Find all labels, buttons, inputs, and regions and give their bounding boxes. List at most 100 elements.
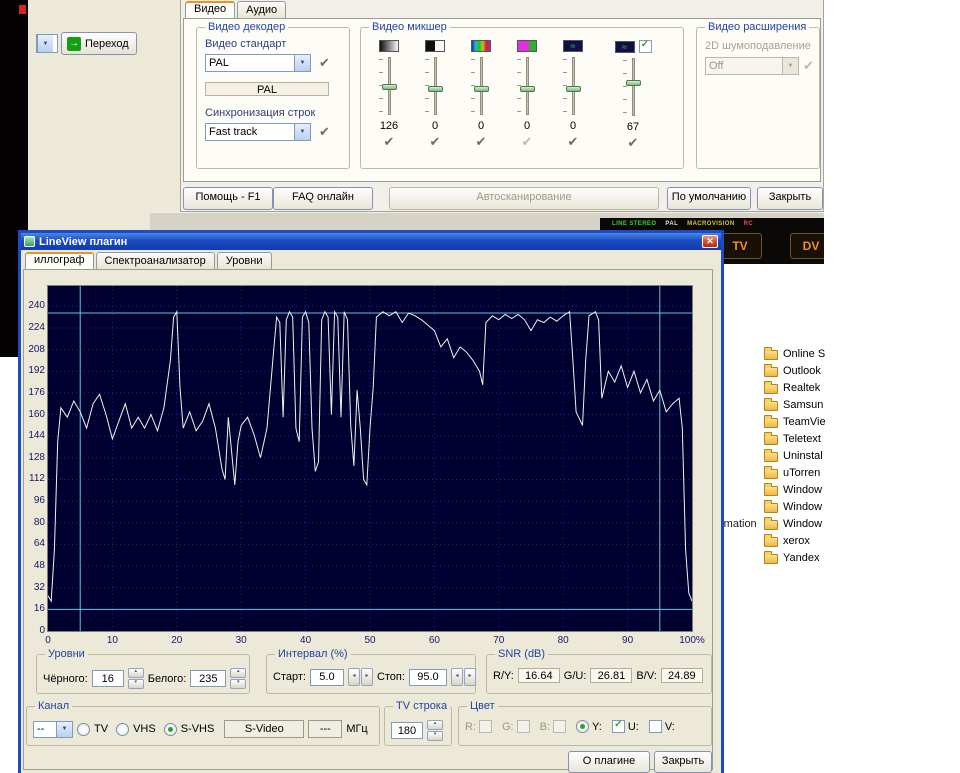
checkbox-control[interactable] bbox=[649, 720, 662, 733]
slider-thumb[interactable] bbox=[474, 86, 489, 92]
tab-audio[interactable]: Аудио bbox=[237, 1, 286, 18]
video-settings-dialog: Видео Аудио Видео декодер Видео стандарт… bbox=[180, 0, 824, 212]
folder-item[interactable]: Teletext bbox=[764, 430, 826, 447]
dv-button[interactable]: DV bbox=[790, 233, 824, 259]
radio-svhs-label: S-VHS bbox=[181, 723, 215, 735]
spin-down-button[interactable]: ▾ bbox=[427, 731, 443, 741]
clipped-text: rmation bbox=[720, 518, 757, 530]
group-title: Интервал (%) bbox=[275, 648, 351, 660]
saturation-slider[interactable] bbox=[516, 55, 538, 117]
folder-item[interactable]: Window bbox=[764, 515, 826, 532]
waveform-svg bbox=[48, 286, 692, 631]
status-indicator-row: LINE STEREO PAL MACROVISION RC bbox=[612, 221, 753, 227]
white-level-input[interactable]: 235 bbox=[190, 670, 226, 687]
video-standard-select[interactable]: PAL ▼ bbox=[205, 54, 311, 72]
folder-item[interactable]: Online S bbox=[764, 345, 826, 362]
slider-ticks bbox=[623, 60, 627, 114]
checkbox-r: R: bbox=[465, 720, 492, 733]
x-axis-label: 10 bbox=[94, 635, 130, 646]
folder-label: Uninstal bbox=[783, 450, 823, 462]
hue-slider[interactable] bbox=[470, 55, 492, 117]
radio-svhs[interactable] bbox=[164, 723, 177, 736]
checkbox-u[interactable]: U: bbox=[612, 720, 639, 733]
titlebar[interactable]: LineView плагин ✕ bbox=[21, 233, 721, 250]
folder-item[interactable]: Window bbox=[764, 498, 826, 515]
channel-select[interactable]: -- ▼ bbox=[33, 721, 73, 738]
spin-right-button[interactable]: ▸ bbox=[464, 668, 476, 686]
checkbox-control[interactable] bbox=[612, 720, 625, 733]
spin-down-button[interactable]: ▾ bbox=[230, 679, 246, 689]
color-item-label: G: bbox=[502, 721, 514, 733]
folder-item[interactable]: Uninstal bbox=[764, 447, 826, 464]
slider-thumb[interactable] bbox=[428, 86, 443, 92]
perehod-button[interactable]: → Переход bbox=[61, 32, 137, 55]
folder-item[interactable]: Window bbox=[764, 481, 826, 498]
x-axis-label: 100% bbox=[674, 635, 710, 646]
tab-spectrum-analyzer[interactable]: Спектроанализатор bbox=[96, 252, 215, 269]
y-axis-label: 144 bbox=[28, 430, 45, 441]
radio-tv[interactable] bbox=[77, 723, 90, 736]
tv-button[interactable]: TV bbox=[718, 233, 762, 259]
folder-item[interactable]: Realtek bbox=[764, 379, 826, 396]
spin-left-button[interactable]: ◂ bbox=[348, 668, 360, 686]
slider-thumb[interactable] bbox=[382, 84, 397, 90]
folder-label: Window bbox=[783, 484, 822, 496]
slider-value: 0 bbox=[478, 120, 484, 132]
line-sync-select[interactable]: Fast track ▼ bbox=[205, 123, 311, 141]
folder-item[interactable]: Samsun bbox=[764, 396, 826, 413]
radio-vhs[interactable] bbox=[116, 723, 129, 736]
contrast-icon bbox=[425, 40, 445, 52]
close-plugin-button[interactable]: Закрыть bbox=[654, 751, 712, 773]
folder-item[interactable]: Yandex bbox=[764, 549, 826, 566]
close-button[interactable]: ✕ bbox=[702, 235, 718, 248]
start-input[interactable]: 5.0 bbox=[310, 669, 344, 686]
spin-up-button[interactable]: ▴ bbox=[230, 668, 246, 678]
video-mixer-group: Видео микшер 126 ✔ 0 ✔ 0 ✔ bbox=[360, 27, 684, 169]
noise-reduction-label: 2D шумоподавление bbox=[705, 40, 811, 52]
spin-left-button[interactable]: ◂ bbox=[451, 668, 463, 686]
slider-thumb[interactable] bbox=[520, 86, 535, 92]
defaults-button[interactable]: По умолчанию bbox=[667, 187, 751, 210]
waveform-slider[interactable] bbox=[622, 56, 644, 118]
black-level-input[interactable]: 16 bbox=[92, 670, 124, 687]
spin-right-button[interactable]: ▸ bbox=[361, 668, 373, 686]
tab-levels[interactable]: Уровни bbox=[217, 252, 272, 269]
waveform-checkbox[interactable] bbox=[639, 40, 652, 53]
y-axis-labels: 0163248648096112128144160176192208224240 bbox=[24, 285, 46, 632]
chevron-down-icon: ▼ bbox=[37, 35, 53, 52]
folder-item[interactable]: Outlook bbox=[764, 362, 826, 379]
contrast-slider[interactable] bbox=[424, 55, 446, 117]
tab-video[interactable]: Видео bbox=[185, 1, 235, 18]
svideo-box[interactable]: S-Video bbox=[224, 720, 304, 738]
radio-y[interactable]: Y: bbox=[576, 720, 602, 733]
spin-down-button[interactable]: ▾ bbox=[128, 679, 144, 689]
spin-up-button[interactable]: ▴ bbox=[128, 668, 144, 678]
x-axis-label: 30 bbox=[223, 635, 259, 646]
y-axis-label: 112 bbox=[29, 473, 45, 484]
tv-line-input[interactable]: 180 bbox=[391, 722, 423, 739]
tab-oscillograph[interactable]: иллограф bbox=[25, 252, 94, 269]
help-button[interactable]: Помощь - F1 bbox=[183, 187, 273, 210]
slider-thumb[interactable] bbox=[626, 80, 641, 86]
y-axis-label: 96 bbox=[34, 495, 45, 506]
sharpness-slider[interactable] bbox=[562, 55, 584, 117]
folder-icon bbox=[764, 401, 778, 411]
close-dialog-button[interactable]: Закрыть bbox=[757, 187, 823, 210]
spin-up-button[interactable]: ▴ bbox=[427, 720, 443, 730]
stop-input[interactable]: 95.0 bbox=[409, 669, 447, 686]
slider-thumb[interactable] bbox=[566, 86, 581, 92]
toolbar-dropdown[interactable]: ▼ bbox=[36, 34, 58, 53]
group-title: Канал bbox=[35, 700, 72, 712]
folder-item[interactable]: TeamVie bbox=[764, 413, 826, 430]
checkbox-v[interactable]: V: bbox=[649, 720, 675, 733]
saturation-icon bbox=[517, 40, 537, 52]
radio-control[interactable] bbox=[576, 720, 589, 733]
x-axis-label: 80 bbox=[545, 635, 581, 646]
folder-item[interactable]: uTorren bbox=[764, 464, 826, 481]
slider-value: 0 bbox=[570, 120, 576, 132]
about-plugin-button[interactable]: О плагине bbox=[568, 751, 650, 773]
brightness-slider[interactable] bbox=[378, 55, 400, 117]
folder-item[interactable]: xerox bbox=[764, 532, 826, 549]
faq-online-button[interactable]: FAQ онлайн bbox=[273, 187, 373, 210]
chevron-down-icon: ▼ bbox=[294, 55, 310, 71]
